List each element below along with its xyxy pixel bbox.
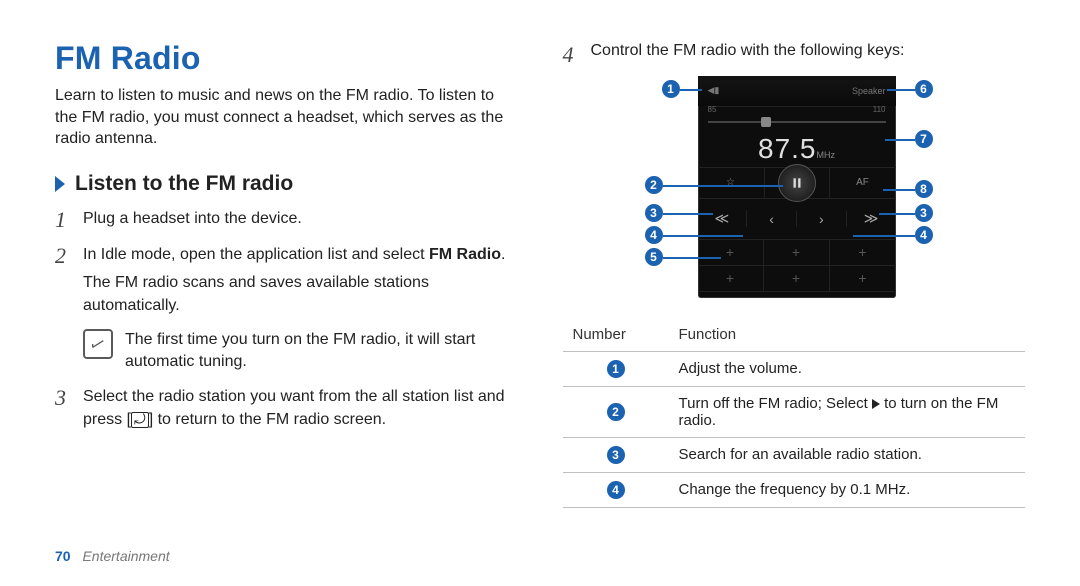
- note-text: The first time you turn on the FM radio,…: [125, 329, 518, 372]
- table-row: 4 Change the frequency by 0.1 MHz.: [563, 472, 1026, 507]
- row-func: Turn off the FM radio; Select to turn on…: [669, 386, 1026, 437]
- callout-4-left: 4: [645, 226, 663, 244]
- row-func: Search for an available radio station.: [669, 437, 1026, 472]
- step-2-bold: FM Radio: [429, 246, 501, 263]
- intro-text: Learn to listen to music and news on the…: [55, 85, 518, 150]
- step-next-icon: ›: [797, 211, 847, 227]
- back-key-icon: ⤾: [131, 412, 149, 428]
- step-2-text-a: In Idle mode, open the application list …: [83, 246, 429, 263]
- callout-6: 6: [915, 80, 933, 98]
- step-number: 1: [55, 208, 83, 232]
- row-func: Change the frequency by 0.1 MHz.: [669, 472, 1026, 507]
- row-num: 3: [607, 446, 625, 464]
- star-icon: ☆: [698, 168, 765, 198]
- callout-3-right: 3: [915, 204, 933, 222]
- function-table: Number Function 1 Adjust the volume. 2 T…: [563, 318, 1026, 508]
- row-num: 1: [607, 360, 625, 378]
- step-2-text-c: .: [501, 246, 505, 263]
- row-func: Adjust the volume.: [669, 351, 1026, 386]
- freq-unit: MHz: [817, 150, 836, 160]
- freq-slider-thumb: [761, 117, 771, 127]
- step-1-text: Plug a headset into the device.: [83, 208, 518, 232]
- callout-4-right: 4: [915, 226, 933, 244]
- page-footer: 70 Entertainment: [55, 548, 170, 564]
- table-row: 1 Adjust the volume.: [563, 351, 1026, 386]
- section-heading: Listen to the FM radio: [55, 172, 518, 196]
- step-prev-icon: ‹: [747, 211, 797, 227]
- step-4-text: Control the FM radio with the following …: [591, 40, 905, 62]
- af-label: AF: [830, 168, 896, 198]
- slider-min: 85: [708, 105, 717, 114]
- play-icon: [872, 399, 880, 409]
- callout-3-left: 3: [645, 204, 663, 222]
- freq-value: 87.5: [758, 133, 817, 164]
- page-title: FM Radio: [55, 40, 518, 77]
- row-num: 2: [607, 403, 625, 421]
- step-number: 3: [55, 386, 83, 431]
- speaker-label: Speaker: [852, 86, 886, 96]
- callout-5: 5: [645, 248, 663, 266]
- step-2-sub: The FM radio scans and saves available s…: [83, 272, 518, 317]
- step-3-text-b: ] to return to the FM radio screen.: [149, 411, 386, 428]
- section-name: Entertainment: [82, 548, 169, 564]
- callout-7: 7: [915, 130, 933, 148]
- fm-radio-diagram: ◀▮ Speaker 85 110 87.5MHz ☆: [563, 76, 1026, 306]
- callout-2: 2: [645, 176, 663, 194]
- slider-max: 110: [873, 105, 886, 114]
- callout-8: 8: [915, 180, 933, 198]
- th-function: Function: [669, 318, 1026, 352]
- note-icon: [83, 329, 113, 359]
- power-play-button: [778, 164, 816, 202]
- row-num: 4: [607, 481, 625, 499]
- table-row: 3 Search for an available radio station.: [563, 437, 1026, 472]
- callout-1: 1: [662, 80, 680, 98]
- volume-icon: ◀▮: [708, 85, 720, 96]
- section-heading-text: Listen to the FM radio: [75, 172, 293, 196]
- page-number: 70: [55, 548, 71, 564]
- chevron-right-icon: [55, 176, 65, 192]
- table-row: 2 Turn off the FM radio; Select to turn …: [563, 386, 1026, 437]
- th-number: Number: [563, 318, 669, 352]
- step-number: 2: [55, 244, 83, 317]
- step-number: 4: [563, 40, 591, 70]
